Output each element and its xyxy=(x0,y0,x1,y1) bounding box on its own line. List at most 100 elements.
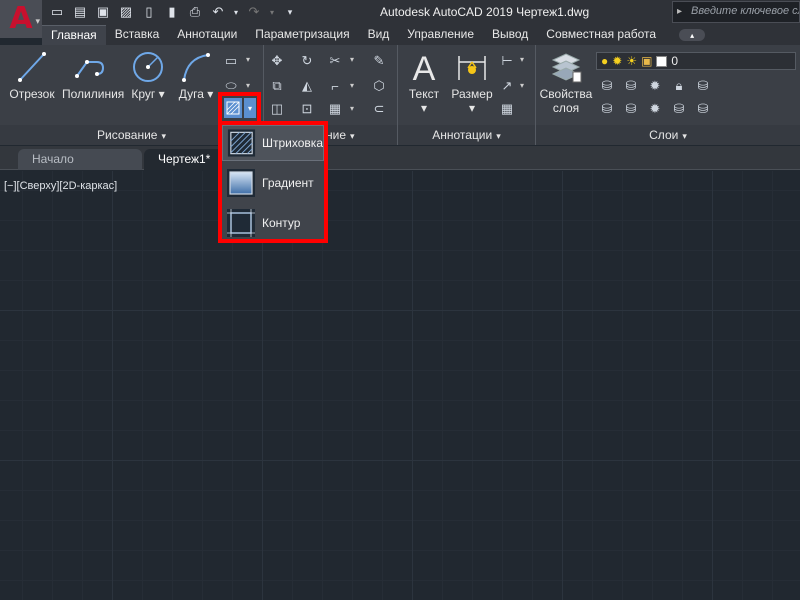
undo-dropdown-icon[interactable]: ▾ xyxy=(232,4,240,20)
menu-item-gradient[interactable]: Градиент xyxy=(222,165,324,201)
rotate-icon[interactable]: ↻ xyxy=(298,52,316,70)
array-dropdown-icon[interactable]: ▾ xyxy=(350,104,354,113)
array-icon[interactable]: ▦ xyxy=(326,100,344,118)
leader-icon[interactable]: ↗ xyxy=(498,77,516,95)
dimension-tool[interactable]: Размер ▾ xyxy=(444,50,500,115)
hatch-dropdown-menu: Штриховка Градиент Контур xyxy=(218,121,328,243)
copy-icon[interactable]: ⧉ xyxy=(268,77,286,95)
text-label-text: Текст xyxy=(408,87,440,101)
menu-item-boundary-label: Контур xyxy=(262,216,301,230)
trim-dropdown-icon[interactable]: ▾ xyxy=(350,55,354,64)
layer-tool-2-icon[interactable]: ⛁ xyxy=(622,77,640,95)
layer-properties-icon xyxy=(551,53,582,83)
tab-insert[interactable]: Вставка xyxy=(106,25,169,45)
dimension-label-text: Размер xyxy=(451,87,493,101)
open-icon[interactable]: ▤ xyxy=(71,4,89,20)
arc-tool[interactable]: Дуга ▾ xyxy=(168,50,224,101)
ellipse-dropdown-icon[interactable]: ▾ xyxy=(246,81,250,90)
layer-tool-10-icon[interactable]: ⛁ xyxy=(694,100,712,118)
line-label: Отрезок xyxy=(9,87,55,101)
trim-icon[interactable]: ✂ xyxy=(326,52,344,70)
title-bar: ▭ ▤ ▣ ▨ ▯ ▮ ⎙ ↶ ▾ ↷ ▾ ▾ Autodesk AutoCAD… xyxy=(0,0,800,25)
hatch-dropdown-arrow-icon[interactable]: ▾ xyxy=(244,98,256,118)
offset-icon[interactable]: ⊂ xyxy=(370,100,388,118)
layer-tool-6-icon[interactable]: ⛁ xyxy=(598,100,616,118)
ribbon-minimize-toggle[interactable]: ▴ xyxy=(679,29,706,41)
fillet-icon[interactable]: ⌐ xyxy=(326,77,344,95)
tab-view[interactable]: Вид xyxy=(359,25,399,45)
save-icon[interactable]: ▣ xyxy=(94,4,112,20)
tab-parametric[interactable]: Параметризация xyxy=(246,25,358,45)
layer-tool-1-icon[interactable]: ⛁ xyxy=(598,77,616,95)
search-placeholder: Введите ключевое слово xyxy=(691,5,799,17)
tab-collaborate[interactable]: Совместная работа xyxy=(537,25,665,45)
chevron-down-icon: ▾ xyxy=(350,131,355,141)
layer-tool-3-icon[interactable]: ✹ xyxy=(646,77,664,95)
doc-tab-start[interactable]: Начало xyxy=(18,149,142,170)
layer-properties-tool[interactable]: Свойства слоя xyxy=(538,50,594,115)
stretch-icon[interactable]: ◫ xyxy=(268,100,286,118)
fillet-dropdown-icon[interactable]: ▾ xyxy=(350,81,354,90)
menu-item-gradient-label: Градиент xyxy=(262,176,314,190)
table-icon[interactable]: ▦ xyxy=(498,100,516,118)
application-menu-button[interactable]: A ▾ xyxy=(0,0,42,38)
text-icon: A xyxy=(413,50,436,84)
layers-panel-title[interactable]: Слои ▾ xyxy=(536,125,800,145)
hatch-small-icon xyxy=(226,101,240,115)
annotation-panel-title[interactable]: Аннотации ▾ xyxy=(398,125,535,145)
search-input[interactable]: ▸ Введите ключевое слово xyxy=(672,1,800,23)
sun-icon: ✹ xyxy=(612,54,623,68)
new-icon[interactable]: ▭ xyxy=(48,4,66,20)
tab-annotate[interactable]: Аннотации xyxy=(168,25,246,45)
lock-icon: ▣ xyxy=(641,54,653,68)
search-expand-icon[interactable]: ▸ xyxy=(677,6,682,17)
hatch-button[interactable] xyxy=(224,98,242,118)
polyline-tool[interactable]: Полилиния xyxy=(62,50,124,101)
arc-label-text: Дуга xyxy=(178,87,204,101)
layer-tool-5-icon[interactable]: ⛁ xyxy=(694,77,712,95)
lightbulb-layer-icon: ☀ xyxy=(626,54,638,68)
export-icon[interactable]: ▮ xyxy=(163,4,181,20)
menu-item-hatch[interactable]: Штриховка xyxy=(222,125,324,161)
scale-icon[interactable]: ⊡ xyxy=(298,100,316,118)
leader-dropdown-icon[interactable]: ▾ xyxy=(520,81,524,90)
erase-icon[interactable]: ✎ xyxy=(370,52,388,70)
drawing-canvas[interactable]: [−][Сверху][2D-каркас] xyxy=(0,171,800,600)
redo-dropdown-icon[interactable]: ▾ xyxy=(268,4,276,20)
tab-home[interactable]: Главная xyxy=(42,25,106,45)
ribbon: Отрезок Полилиния Круг ▾ Дуга ▾ ▭ ▾ ⬭ ▾ … xyxy=(0,45,800,145)
undo-icon[interactable]: ↶ xyxy=(209,4,227,20)
layer-dropdown[interactable]: ● ✹ ☀ ▣ 0 xyxy=(596,52,796,70)
rectangle-dropdown-icon[interactable]: ▾ xyxy=(246,55,250,64)
save-as-icon[interactable]: ▨ xyxy=(117,4,135,20)
arc-icon xyxy=(182,53,210,82)
tab-output[interactable]: Вывод xyxy=(483,25,537,45)
chevron-down-icon: ▾ xyxy=(682,131,687,141)
print-icon[interactable]: ⎙ xyxy=(186,4,204,20)
linear-dimension-dropdown-icon[interactable]: ▾ xyxy=(520,55,524,64)
line-icon xyxy=(18,52,46,82)
rectangle-icon[interactable]: ▭ xyxy=(222,52,240,70)
hatch-icon xyxy=(227,129,256,157)
menu-item-boundary[interactable]: Контур xyxy=(222,205,324,241)
customize-qat-icon[interactable]: ▾ xyxy=(281,4,299,20)
tab-manage[interactable]: Управление xyxy=(398,25,483,45)
layer-tool-4-icon[interactable]: 🔒︎ xyxy=(670,77,688,95)
redo-icon[interactable]: ↷ xyxy=(245,4,263,20)
layer-tool-7-icon[interactable]: ⛁ xyxy=(622,100,640,118)
gradient-icon xyxy=(227,169,255,197)
line-tool[interactable]: Отрезок xyxy=(4,50,60,101)
layer-tool-9-icon[interactable]: ⛁ xyxy=(670,100,688,118)
polyline-icon xyxy=(75,60,105,78)
move-icon[interactable]: ✥ xyxy=(268,52,286,70)
viewport-controls[interactable]: [−][Сверху][2D-каркас] xyxy=(4,180,117,192)
layer-color-swatch xyxy=(656,55,668,67)
annotation-panel-title-text: Аннотации xyxy=(432,128,493,142)
mirror-icon[interactable]: ◭ xyxy=(298,77,316,95)
linear-dimension-icon[interactable]: ⊢ xyxy=(498,52,516,70)
web-mobile-icon[interactable]: ▯ xyxy=(140,4,158,20)
explode-icon[interactable]: ⬡ xyxy=(370,77,388,95)
current-layer-name: 0 xyxy=(671,54,679,68)
layer-tool-8-icon[interactable]: ✹ xyxy=(646,100,664,118)
doc-tab-drawing1[interactable]: Чертеж1* xyxy=(144,149,224,170)
